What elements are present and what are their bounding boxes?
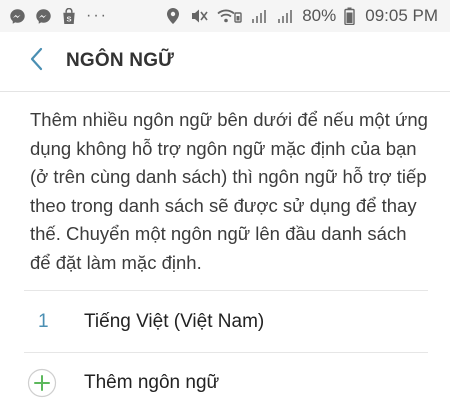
header-divider: [0, 91, 450, 92]
back-button[interactable]: [14, 39, 58, 83]
status-bar-right: 80% 09:05 PM: [164, 6, 438, 26]
wifi-icon: [216, 7, 242, 25]
messenger-icon: [8, 7, 26, 25]
clock: 09:05 PM: [365, 6, 438, 25]
signal-icon: [250, 7, 268, 25]
shop-icon: S: [60, 7, 78, 25]
battery-percent: 80%: [302, 6, 337, 25]
app-bar: NGÔN NGỮ: [0, 32, 450, 90]
status-bar: S ··· 80% 09:05 PM: [0, 0, 450, 32]
status-bar-left: S ···: [8, 7, 108, 25]
add-language-label: Thêm ngôn ngữ: [84, 372, 220, 393]
messenger-icon: [34, 7, 52, 25]
overflow-indicator: ···: [86, 7, 108, 24]
signal-icon: [276, 7, 294, 25]
location-icon: [164, 7, 182, 25]
page-title: NGÔN NGỮ: [66, 50, 175, 71]
description-text: Thêm nhiều ngôn ngữ bên dưới để nếu một …: [30, 109, 428, 273]
mute-icon: [190, 7, 208, 25]
plus-circle-icon: [26, 367, 58, 399]
language-index: 1: [38, 310, 49, 332]
language-name: Tiếng Việt (Việt Nam): [84, 310, 265, 332]
add-language-button[interactable]: Thêm ngôn ngữ: [0, 353, 450, 413]
svg-text:S: S: [66, 14, 71, 23]
list-item-language[interactable]: 1 Tiếng Việt (Việt Nam): [0, 291, 450, 352]
battery-icon: [344, 7, 355, 25]
chevron-left-icon: [29, 47, 43, 76]
